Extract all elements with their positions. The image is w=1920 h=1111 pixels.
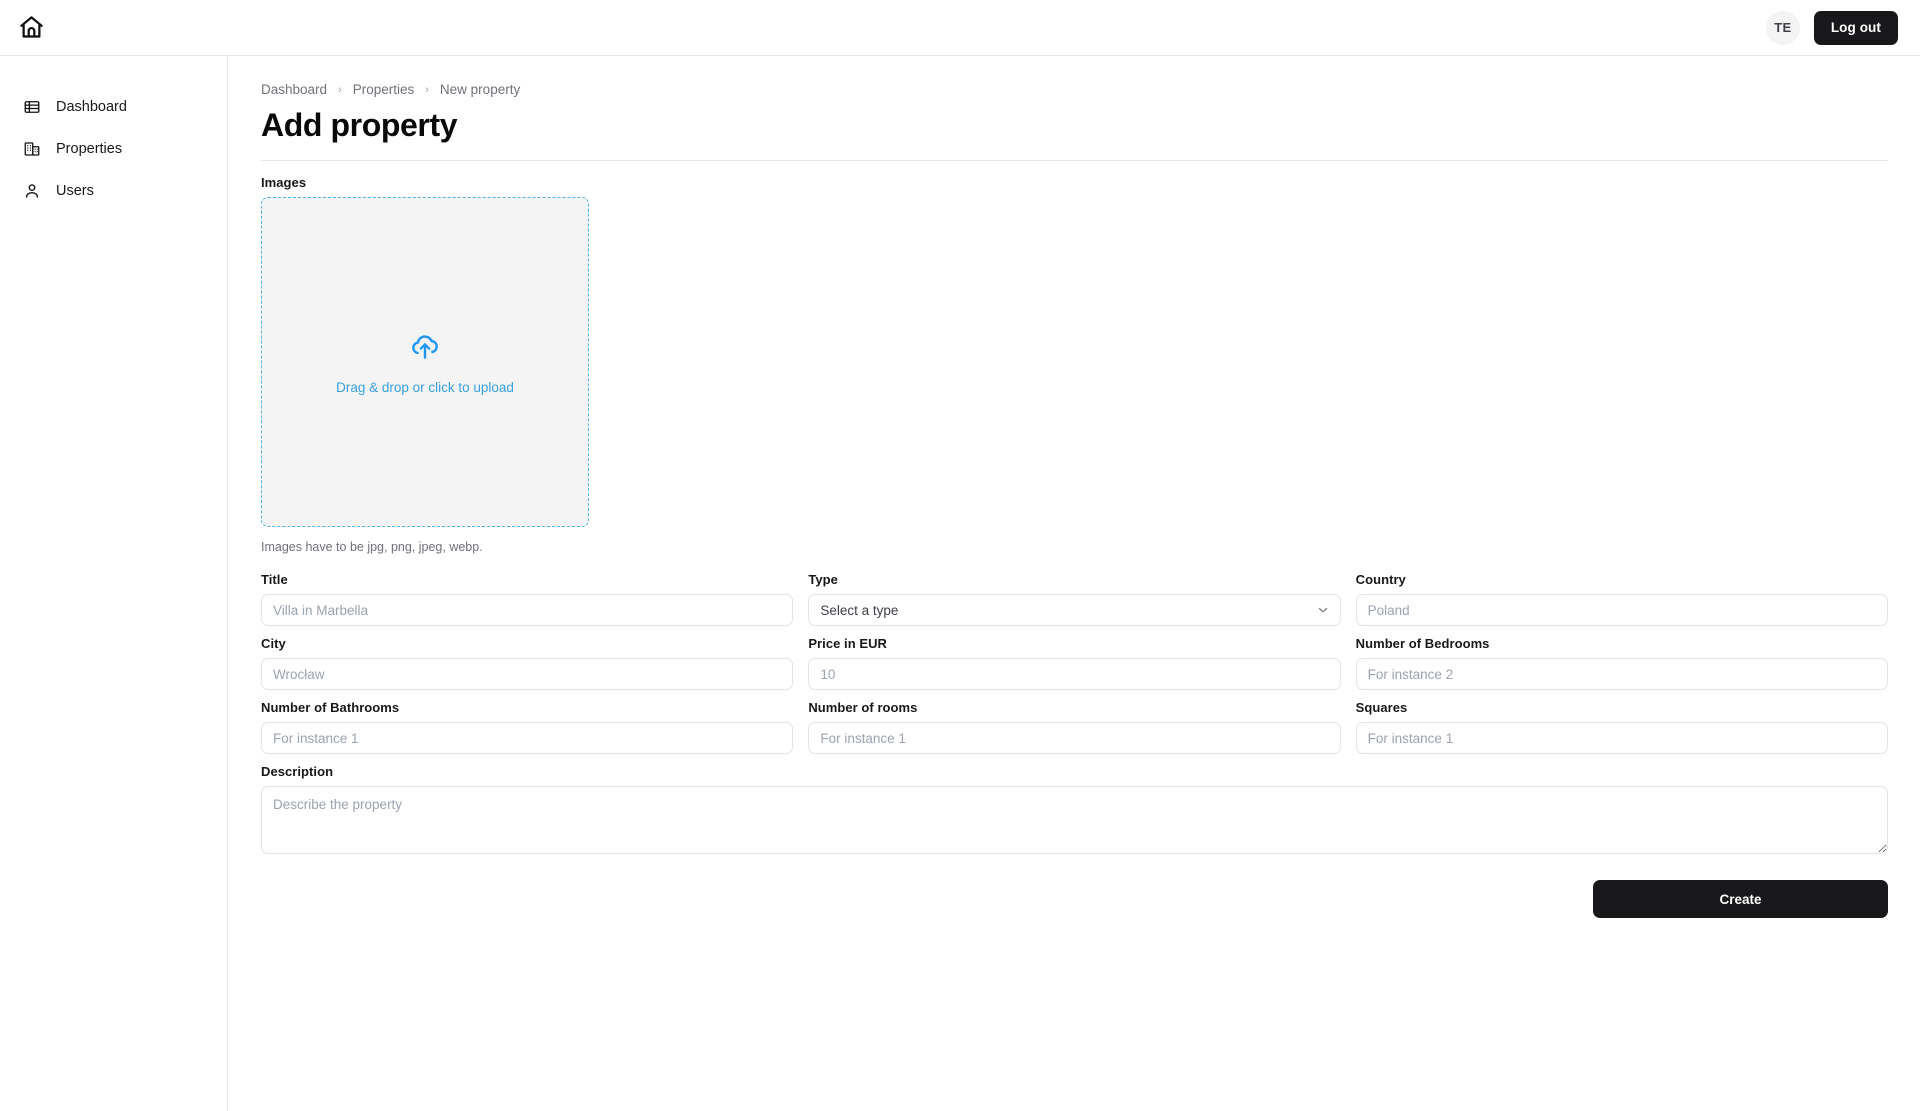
top-bar: TE Log out [0,0,1920,56]
sidebar: Dashboard Properties Users [0,56,228,1111]
sidebar-item-label: Properties [56,141,123,157]
title-divider [261,160,1888,161]
breadcrumb: Dashboard › Properties › New property [261,82,1888,97]
home-icon[interactable] [14,11,48,45]
page-title: Add property [261,107,458,143]
description-textarea[interactable] [261,786,1888,854]
field-label-country: Country [1355,572,1406,587]
images-label: Images [261,175,307,190]
field-label-bathrooms: Number of Bathrooms [261,700,400,715]
top-bar-actions: TE Log out [1765,10,1898,45]
type-select-wrap: Select a type [808,594,1341,626]
breadcrumb-item-current: New property [439,82,521,97]
bedrooms-input[interactable] [1355,658,1888,690]
user-icon [22,181,42,201]
field-squares: Squares [1355,700,1888,754]
chevron-right-icon: › [425,83,429,96]
country-input[interactable] [1355,594,1888,626]
property-form-grid: Title Type Select a type Country [261,572,1888,754]
squares-input[interactable] [1355,722,1888,754]
bathrooms-input[interactable] [261,722,794,754]
breadcrumb-item-dashboard[interactable]: Dashboard [261,82,327,97]
rooms-input[interactable] [808,722,1341,754]
create-button[interactable]: Create [1593,880,1888,918]
price-input[interactable] [808,658,1341,690]
field-bedrooms: Number of Bedrooms [1355,636,1888,690]
sidebar-item-label: Dashboard [56,99,127,115]
field-label-title: Title [261,572,288,587]
sidebar-item-dashboard[interactable]: Dashboard [0,86,227,128]
sidebar-item-label: Users [56,183,94,199]
breadcrumb-item-properties[interactable]: Properties [353,82,415,97]
field-label-description: Description [261,764,334,779]
title-input[interactable] [261,594,794,626]
table-grid-icon [22,97,42,117]
avatar[interactable]: TE [1765,10,1800,45]
field-title: Title [261,572,794,626]
field-label-rooms: Number of rooms [808,700,918,715]
city-input[interactable] [261,658,794,690]
form-actions: Create [261,880,1888,918]
field-country: Country [1355,572,1888,626]
field-label-city: City [261,636,286,651]
sidebar-item-users[interactable]: Users [0,170,227,212]
field-label-squares: Squares [1355,700,1408,715]
dropzone-text: Drag & drop or click to upload [336,379,514,395]
images-hint: Images have to be jpg, png, jpeg, webp. [261,540,483,554]
field-label-price: Price in EUR [808,636,887,651]
chevron-right-icon: › [338,83,342,96]
cloud-upload-icon [408,330,442,369]
field-bathrooms: Number of Bathrooms [261,700,794,754]
field-label-type: Type [808,572,838,587]
image-dropzone[interactable]: Drag & drop or click to upload [261,197,589,527]
field-price: Price in EUR [808,636,1341,690]
type-select[interactable]: Select a type [808,594,1341,626]
field-rooms: Number of rooms [808,700,1341,754]
main-content: Dashboard › Properties › New property Ad… [229,56,1920,1111]
field-type: Type Select a type [808,572,1341,626]
field-description: Description [261,764,1888,859]
building-icon [22,139,42,159]
sidebar-item-properties[interactable]: Properties [0,128,227,170]
field-city: City [261,636,794,690]
logout-button[interactable]: Log out [1813,10,1898,45]
field-label-bedrooms: Number of Bedrooms [1355,636,1490,651]
